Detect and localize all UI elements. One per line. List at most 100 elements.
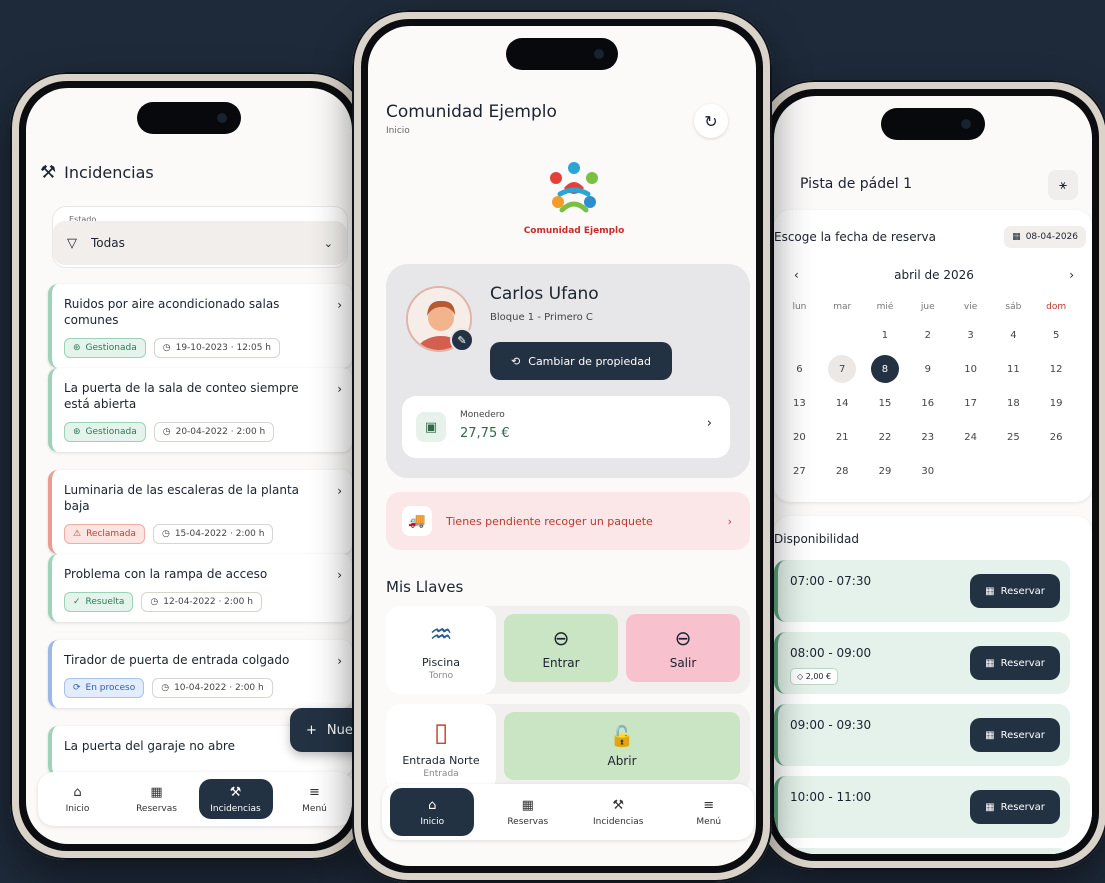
key-row-piscina: ♒ Piscina Torno ⊖ Entrar ⊖ Salir [386,606,750,694]
next-month-button[interactable]: › [1069,268,1074,282]
calendar-day[interactable]: 18 [992,389,1035,417]
calendar-day[interactable]: 12 [1035,355,1078,383]
calendar-day[interactable]: 15 [864,389,907,417]
prev-month-button[interactable]: ‹ [794,268,799,282]
reserve-button[interactable]: ▦ Reservar [970,790,1060,824]
calendar-day[interactable]: 27 [778,457,821,485]
exit-icon: ⊖ [674,626,692,650]
refresh-icon: ↻ [704,111,718,131]
enter-button[interactable]: ⊖ Entrar [504,614,618,682]
status-text: Reclamada [86,529,136,539]
open-button[interactable]: 🔓 Abrir [504,712,740,780]
incident-card[interactable]: Ruidos por aire acondicionado salas comu… [48,284,352,368]
calendar-day[interactable]: 23 [906,423,949,451]
slot-time: 09:00 - 09:30 [790,718,872,732]
incident-title: La puerta de la sala de conteo siempre e… [64,381,299,411]
incident-card[interactable]: Tirador de puerta de entrada colgado › ⟳… [48,640,352,708]
edit-avatar-button[interactable]: ✎ [450,328,474,352]
calendar-day[interactable]: 26 [1035,423,1078,451]
status-text: Gestionada [85,343,137,353]
filter-icon: ▽ [67,235,77,251]
calendar-day[interactable]: 24 [949,423,992,451]
calendar-day[interactable]: 7 [821,355,864,383]
chevron-right-icon: › [337,382,342,396]
calendar-day[interactable]: 13 [778,389,821,417]
weekday-label: vie [963,302,978,312]
calendar-grid: lun mar mié jue vie sáb dom 1 2 3 4 5 6 7 8 9 10 11 12 13 14… [778,296,1078,488]
incident-card[interactable]: La puerta de la sala de conteo siempre e… [48,368,352,452]
day-number: 5 [1052,329,1060,341]
calendar-day[interactable]: 10 [949,355,992,383]
user-name: Carlos Ufano [490,284,599,304]
calendar-day[interactable]: 3 [949,321,992,349]
calendar-day[interactable]: 4 [992,321,1035,349]
calendar-day[interactable]: 29 [864,457,907,485]
weekday-label: lun [792,302,807,312]
calendar-day[interactable]: 6 [778,355,821,383]
week-row: 1 2 3 4 5 [778,318,1078,352]
calendar-day[interactable]: 30 [906,457,949,485]
nav-menu[interactable]: ≡ Menú [278,779,352,819]
calendar-day[interactable]: 9 [906,355,949,383]
sport-toggle-button[interactable]: ⚹ [1048,170,1078,200]
weekday-label: jue [920,302,935,312]
nav-label: Inicio [420,816,445,827]
calendar-day[interactable]: 14 [821,389,864,417]
menu-icon: ≡ [309,784,320,800]
wallet-card[interactable]: ▣ Monedero 27,75 € › [402,396,730,458]
calendar-day[interactable]: 22 [864,423,907,451]
nav-incidencias[interactable]: ⚒ Incidencias [581,792,655,832]
calendar-day[interactable]: 21 [821,423,864,451]
chevron-right-icon: › [337,654,342,668]
exit-button[interactable]: ⊖ Salir [626,614,740,682]
calendar-day[interactable]: 17 [949,389,992,417]
community-logo: Comunidad Ejemplo [514,158,634,238]
clock-icon: ◷ [162,343,171,353]
nav-label: Reservas [136,803,177,814]
day-number: 2 [924,329,931,341]
calendar-day[interactable]: 5 [1035,321,1078,349]
nav-inicio[interactable]: ⌂ Inicio [41,779,115,819]
calendar-day[interactable]: 16 [906,389,949,417]
day-number: 9 [924,363,931,375]
change-property-button[interactable]: ⟲ Cambiar de propiedad [490,342,672,380]
reserve-button[interactable]: ▦ Reservar [970,718,1060,752]
menu-icon: ≡ [703,797,715,813]
nav-inicio[interactable]: ⌂ Inicio [390,788,475,836]
nav-menu[interactable]: ≡ Menú [672,792,746,832]
filter-select[interactable]: ▽ Todas ⌄ [53,221,347,265]
pencil-icon: ✎ [457,333,467,347]
key-info: ▯ Entrada Norte Entrada [386,704,496,792]
calendar-day[interactable]: 1 [864,321,907,349]
reserve-button[interactable]: ▦ Reservar [970,646,1060,680]
calendar-day[interactable]: 8 [864,355,907,383]
date-chip[interactable]: ▦ 08-04-2026 [1004,226,1086,248]
time-slot: 09:00 - 09:30 ▦ Reservar [774,704,1070,766]
package-notice[interactable]: 🚚 Tienes pendiente recoger un paquete › [386,492,750,550]
calendar-day[interactable]: 20 [778,423,821,451]
nav-reservas[interactable]: ▦ Reservas [491,792,565,832]
slot-time: 07:00 - 07:30 [790,574,872,588]
incident-card[interactable]: Problema con la rampa de acceso › ✓ Resue… [48,554,352,622]
reserve-button[interactable]: ▦ Reservar [970,574,1060,608]
calendar-day[interactable]: 11 [992,355,1035,383]
date-badge: ◷ 20-04-2022 · 2:00 h [153,422,275,442]
calendar-day[interactable]: 2 [906,321,949,349]
filter-value: Todas [91,236,125,250]
calendar-day[interactable]: 28 [821,457,864,485]
time-slot: 08:00 - 09:00 ◇ 2,00 € ▦ Reservar [774,632,1070,694]
calendar-day[interactable]: 19 [1035,389,1078,417]
incident-card[interactable]: Luminaria de las escaleras de la planta … [48,470,352,554]
day-number: 18 [1007,397,1020,409]
nav-reservas[interactable]: ▦ Reservas [120,779,194,819]
calendar-day[interactable]: 25 [992,423,1035,451]
date-value: 08-04-2026 [1025,232,1078,242]
status-filter[interactable]: Estado ▽ Todas ⌄ [52,206,348,268]
wallet-amount: 27,75 € [460,426,510,441]
refresh-button[interactable]: ↻ [694,104,728,138]
nav-incidencias[interactable]: ⚒ Incidencias [198,779,273,819]
new-incident-button[interactable]: + Nueva [290,708,352,752]
button-label: Reservar [1000,801,1045,813]
weekday-label: sáb [1005,302,1022,312]
chevron-right-icon: › [337,484,342,498]
